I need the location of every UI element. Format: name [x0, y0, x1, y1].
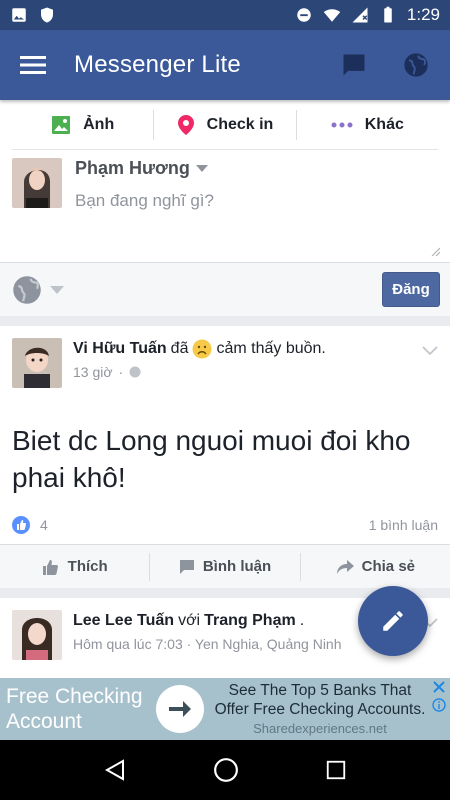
with-word: với [178, 612, 201, 629]
sad-face-icon [192, 339, 212, 359]
thumbs-up-icon [42, 559, 58, 575]
app-bar: Messenger Lite [0, 30, 450, 100]
like-count[interactable]: 4 [12, 516, 48, 534]
home-icon[interactable] [213, 757, 239, 783]
avatar[interactable] [12, 338, 62, 388]
composer-user-name[interactable]: Phạm Hương [75, 158, 214, 179]
composer-body[interactable]: Phạm Hương Bạn đang nghĩ gì? [0, 150, 450, 262]
app-title: Messenger Lite [74, 51, 241, 78]
composer-placeholder[interactable]: Bạn đang nghĩ gì? [75, 191, 214, 211]
post-header-line: Lee Lee Tuấn với Trang Phạm. [73, 610, 342, 632]
arrow-right-icon [169, 701, 191, 717]
compose-fab-button[interactable] [358, 586, 428, 656]
like-button[interactable]: Thích [0, 553, 149, 581]
share-button[interactable]: Chia sẻ [299, 552, 450, 581]
tab-more-label: Khác [364, 115, 404, 133]
recents-icon[interactable] [325, 759, 347, 781]
tab-photo-label: Ảnh [83, 115, 115, 133]
more-dots-icon [331, 122, 353, 127]
post-time-location[interactable]: Hôm qua lúc 7:03 · Yen Nghia, Quảng Ninh [73, 636, 342, 652]
chat-icon[interactable] [340, 51, 368, 79]
composer-footer: Đăng [0, 262, 450, 316]
privacy-chevron-down-icon[interactable] [50, 285, 64, 295]
post-header-line: Vi Hữu Tuấn đã cảm thấy buồn. [73, 338, 326, 360]
pencil-icon [383, 611, 403, 631]
ad-arrow-button[interactable] [156, 685, 204, 733]
photo-icon [52, 115, 71, 134]
resize-grip-icon[interactable] [430, 246, 440, 256]
location-pin-icon [177, 114, 194, 135]
battery-icon [384, 6, 392, 23]
post-button[interactable]: Đăng [382, 272, 440, 307]
shield-icon [41, 7, 53, 23]
feeling-text: cảm thấy buồn. [216, 340, 326, 357]
image-notification-icon [12, 8, 26, 22]
post-author[interactable]: Lee Lee Tuấn [73, 610, 174, 632]
comment-count[interactable]: 1 bình luận [369, 517, 438, 533]
ad-headline: Free Checking Account [6, 685, 143, 733]
share-arrow-icon [336, 559, 354, 574]
feed-post: Vi Hữu Tuấn đã cảm thấy buồn. 13 giờ · B… [0, 326, 450, 588]
post-body-text: Biet dc Long nguoi muoi đoi kho phai khô… [12, 425, 411, 493]
avatar [12, 158, 62, 208]
wifi-icon [323, 9, 341, 22]
post-options-chevron-icon[interactable] [422, 346, 438, 356]
system-nav-bar [0, 740, 450, 800]
tab-check-in[interactable]: Check in [153, 109, 295, 140]
feeling-prefix: đã [170, 340, 189, 357]
chevron-down-icon [195, 164, 208, 172]
tab-check-in-label: Check in [206, 115, 274, 133]
tab-more[interactable]: Khác [295, 109, 438, 140]
ad-info-icon[interactable] [432, 698, 446, 712]
back-icon[interactable] [103, 758, 127, 782]
post-time[interactable]: 13 giờ [73, 364, 113, 380]
avatar[interactable] [12, 610, 62, 660]
ad-banner[interactable]: Free Checking Account See The Top 5 Bank… [0, 678, 450, 740]
ad-close-icon[interactable] [432, 680, 446, 694]
globe-icon[interactable] [402, 51, 430, 79]
ad-source: Sharedexperiences.net [253, 720, 387, 736]
status-time: 1:29 [406, 5, 440, 24]
status-bar: 1:29 [0, 0, 450, 30]
privacy-globe-icon[interactable] [12, 275, 42, 305]
signal-icon [352, 7, 368, 23]
tab-photo[interactable]: Ảnh [12, 110, 153, 140]
post-author[interactable]: Vi Hữu Tuấn [73, 338, 167, 360]
composer-tabs: Ảnh Check in Khác [12, 100, 438, 150]
comment-icon [179, 559, 194, 574]
status-composer: Ảnh Check in Khác Phạm Hương Bạn đang ng… [0, 100, 450, 316]
menu-icon[interactable] [20, 54, 46, 76]
post-actions: Thích Bình luận Chia sẻ [0, 544, 450, 588]
like-badge-icon [12, 516, 30, 534]
public-globe-icon [129, 366, 141, 378]
do-not-disturb-icon [297, 8, 311, 22]
tagged-friend[interactable]: Trang Phạm [204, 610, 296, 632]
ad-description: See The Top 5 Banks That Offer Free Chec… [214, 681, 426, 718]
comment-button[interactable]: Bình luận [149, 552, 299, 581]
